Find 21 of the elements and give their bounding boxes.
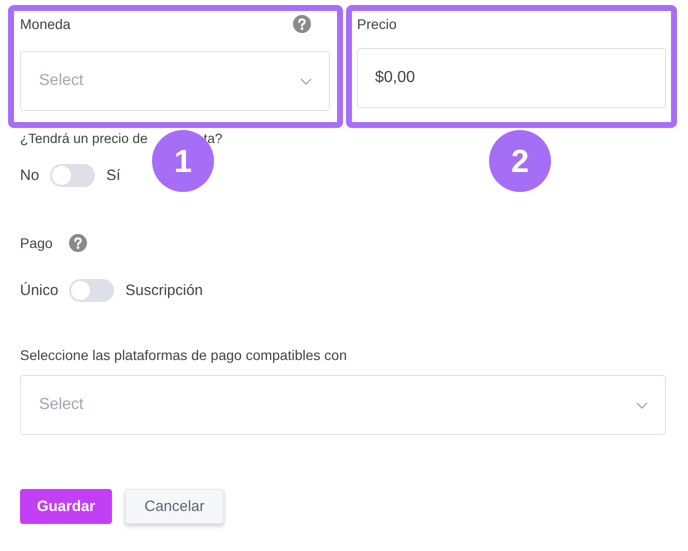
toggle-switch[interactable]	[50, 164, 96, 187]
platforms-select[interactable]: Select	[20, 375, 666, 435]
toggle-switch[interactable]	[69, 279, 114, 302]
field-label: Precio	[357, 16, 397, 32]
currency-select[interactable]: Select	[20, 51, 330, 111]
toggle-option-label: No	[20, 167, 40, 184]
toggle-option-label: Sí	[106, 167, 120, 184]
price-input[interactable]: $0,00	[357, 48, 666, 108]
save-button[interactable]: Guardar	[20, 489, 112, 524]
cancel-button[interactable]: Cancelar	[125, 489, 224, 524]
field-label: Moneda	[20, 16, 71, 32]
help-icon[interactable]	[293, 15, 311, 33]
field-label: Seleccione las plataformas de pago compatibles con	[20, 347, 347, 363]
chevron-down-icon	[636, 402, 648, 408]
toggle-option-label: Suscripción	[125, 282, 203, 299]
toggle-option-label: Único	[20, 282, 58, 299]
field-label: ¿Tendrá un precio de	[20, 130, 148, 146]
help-icon[interactable]	[68, 234, 87, 252]
field-label: Pago	[20, 235, 53, 251]
chevron-down-icon	[300, 78, 312, 84]
number-badge: 2	[489, 130, 551, 192]
